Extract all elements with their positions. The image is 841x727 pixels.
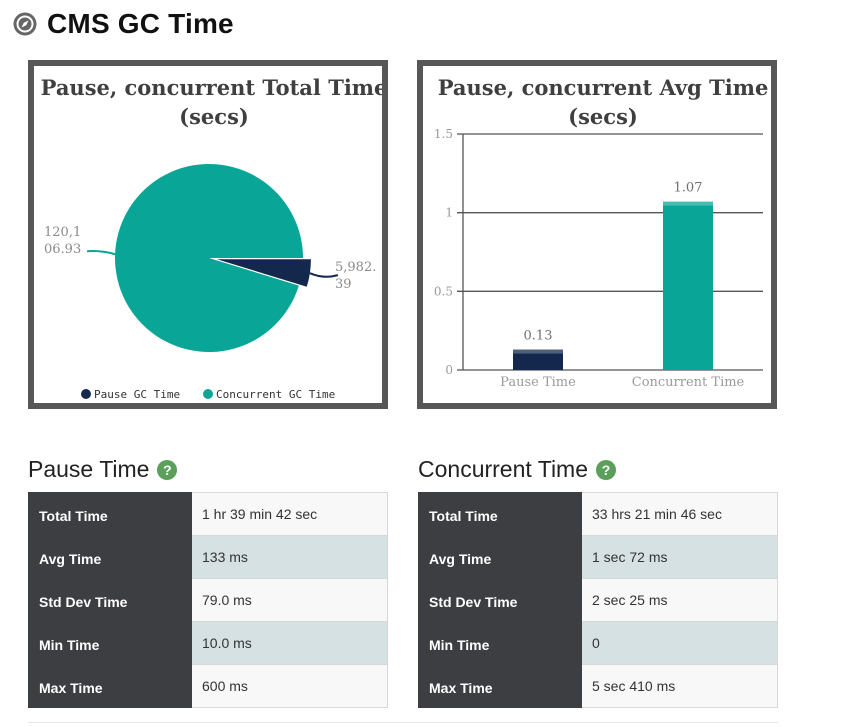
pause-time-heading: Pause Time ?	[28, 456, 178, 483]
pie-leader-concurrent	[87, 250, 116, 256]
table-row: Min Time 10.0 ms	[28, 621, 388, 665]
pie-leader-pause	[309, 272, 339, 278]
metric-label: Avg Time	[418, 535, 582, 579]
metric-value: 79.0 ms	[191, 578, 388, 622]
help-icon[interactable]: ?	[157, 459, 178, 480]
legend-marker-concurrent	[203, 389, 213, 399]
metric-value: 600 ms	[191, 664, 388, 708]
pie-label-concurrent: 06.93	[44, 242, 81, 257]
table-row: Max Time 600 ms	[28, 664, 388, 708]
legend-label-pause: Pause GC Time	[94, 388, 180, 401]
chart-title: Pause, concurrent Total Time	[41, 75, 382, 100]
x-category-label: Concurrent Time	[632, 375, 745, 390]
metric-label: Std Dev Time	[418, 578, 582, 622]
legend-label-concurrent: Concurrent GC Time	[216, 388, 335, 401]
y-tick-label: 1.5	[434, 127, 453, 141]
help-icon[interactable]: ?	[596, 459, 617, 480]
table-row: Std Dev Time 2 sec 25 ms	[418, 578, 778, 622]
bar-value-label: 0.13	[524, 329, 553, 344]
metric-label: Total Time	[28, 492, 192, 536]
y-tick-label: 1	[445, 206, 453, 220]
pie-label-pause: 39	[335, 277, 352, 292]
avg-time-bar-chart: Pause, concurrent Avg Time (secs) 0 0.5 1 1.5…	[417, 60, 777, 409]
metric-value: 1 hr 39 min 42 sec	[191, 492, 388, 536]
metric-value: 0	[581, 621, 778, 665]
page-header: CMS GC Time	[12, 6, 234, 42]
x-category-label: Pause Time	[500, 375, 576, 390]
bar-highlight	[663, 201, 713, 206]
chart-title: (secs)	[568, 104, 638, 129]
metric-value: 2 sec 25 ms	[581, 578, 778, 622]
metric-label: Max Time	[418, 664, 582, 708]
bar-highlight	[513, 349, 563, 354]
concurrent-time-table: Total Time 33 hrs 21 min 46 sec Avg Time…	[418, 492, 778, 708]
metric-label: Max Time	[28, 664, 192, 708]
metric-value: 10.0 ms	[191, 621, 388, 665]
legend-marker-pause	[81, 389, 91, 399]
pause-time-title: Pause Time	[28, 456, 150, 482]
bar-concurrent-time	[663, 201, 713, 370]
table-row: Avg Time 133 ms	[28, 535, 388, 579]
pie-label-concurrent: 120,1	[44, 225, 81, 240]
pause-time-table: Total Time 1 hr 39 min 42 sec Avg Time 1…	[28, 492, 388, 708]
concurrent-time-title: Concurrent Time	[418, 456, 589, 482]
divider	[28, 722, 778, 723]
metric-label: Min Time	[418, 621, 582, 665]
metric-value: 1 sec 72 ms	[581, 535, 778, 579]
metric-label: Avg Time	[28, 535, 192, 579]
chart-title: (secs)	[179, 104, 249, 129]
table-row: Std Dev Time 79.0 ms	[28, 578, 388, 622]
total-time-pie-chart: Pause, concurrent Total Time (secs) 5,982.…	[28, 60, 388, 409]
metric-label: Total Time	[418, 492, 582, 536]
table-row: Avg Time 1 sec 72 ms	[418, 535, 778, 579]
page-title: CMS GC Time	[47, 8, 234, 39]
table-row: Total Time 1 hr 39 min 42 sec	[28, 492, 388, 536]
bar-value-label: 1.07	[674, 181, 703, 196]
metric-label: Std Dev Time	[28, 578, 192, 622]
metric-value: 33 hrs 21 min 46 sec	[581, 492, 778, 536]
table-row: Max Time 5 sec 410 ms	[418, 664, 778, 708]
table-row: Min Time 0	[418, 621, 778, 665]
metric-value: 133 ms	[191, 535, 388, 579]
chart-title: Pause, concurrent Avg Time	[438, 75, 769, 100]
pie-label-pause: 5,982.	[335, 260, 376, 275]
metric-value: 5 sec 410 ms	[581, 664, 778, 708]
y-tick-label: 0.5	[434, 284, 453, 298]
concurrent-time-heading: Concurrent Time ?	[418, 456, 617, 483]
metric-label: Min Time	[28, 621, 192, 665]
table-row: Total Time 33 hrs 21 min 46 sec	[418, 492, 778, 536]
pie-slice-concurrent	[114, 164, 303, 353]
compass-icon	[12, 11, 38, 37]
y-tick-label: 0	[445, 363, 453, 377]
